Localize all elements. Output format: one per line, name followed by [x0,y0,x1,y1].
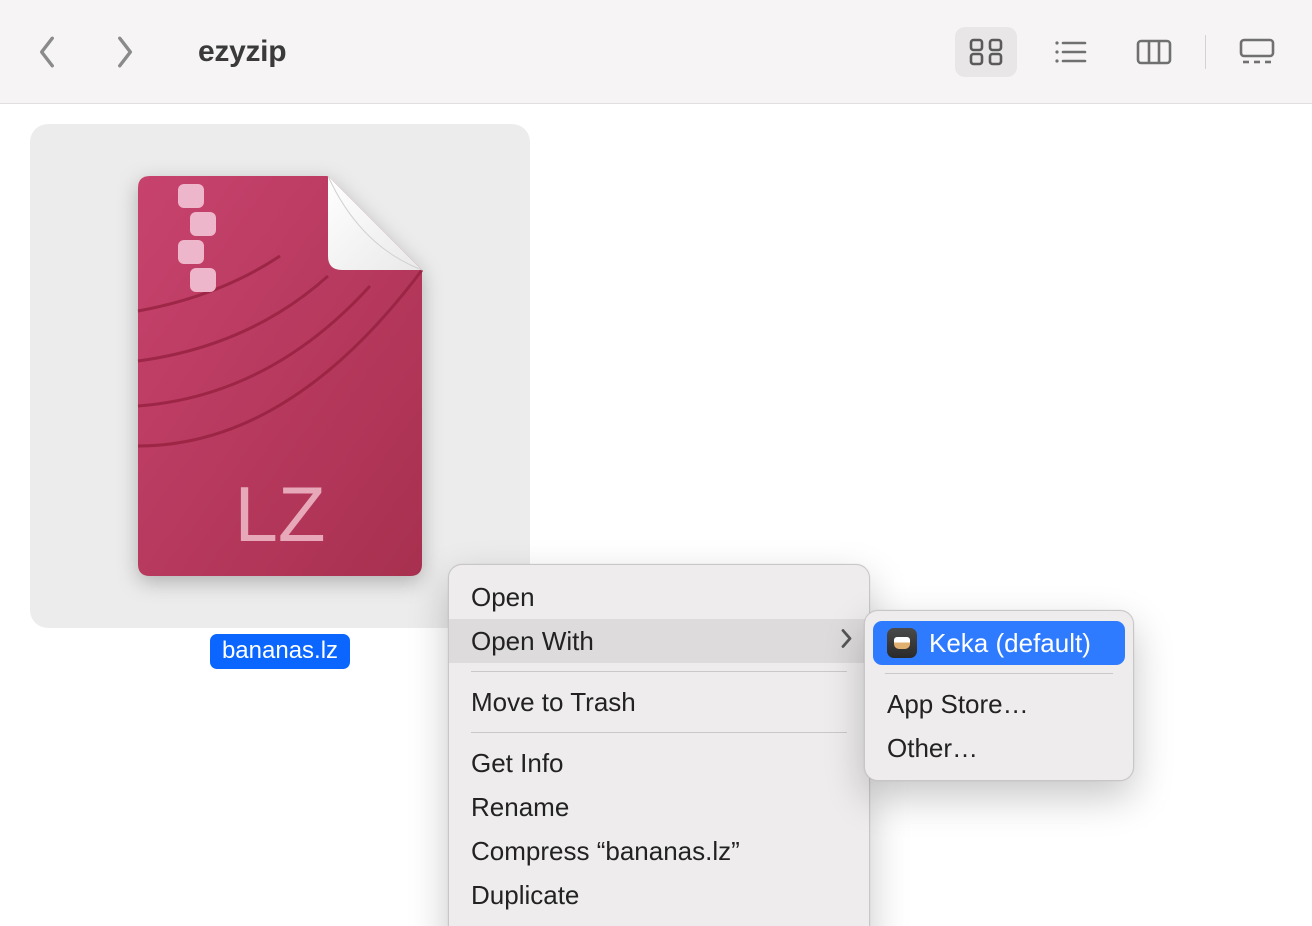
content-area: LZ bananas.lz Open Open With Move to Tra… [0,104,1312,926]
menu-open[interactable]: Open [449,575,869,619]
list-icon [1052,38,1088,66]
menu-duplicate[interactable]: Duplicate [449,873,869,917]
keka-app-icon [887,628,917,658]
submenu-keka-label: Keka (default) [929,628,1091,659]
nav-buttons [30,34,142,70]
menu-separator [471,732,847,733]
gallery-icon [1239,38,1275,66]
view-gallery-button[interactable] [1226,27,1288,77]
view-columns-button[interactable] [1123,27,1185,77]
menu-open-with-label: Open With [471,626,594,657]
menu-separator [885,673,1113,674]
lz-file-icon: LZ [130,176,430,576]
window-title: ezyzip [198,35,286,69]
menu-open-with[interactable]: Open With [449,619,869,663]
view-controls [955,27,1288,77]
back-button[interactable] [30,34,66,70]
submenu-keka-default[interactable]: Keka (default) [873,621,1125,665]
toolbar: ezyzip [0,0,1312,104]
chevron-left-icon [37,34,59,70]
view-icons-button[interactable] [955,27,1017,77]
file-thumbnail: LZ [30,124,530,628]
context-menu: Open Open With Move to Trash Get Info Re… [448,564,870,926]
open-with-submenu: Keka (default) App Store… Other… [864,610,1134,781]
menu-rename[interactable]: Rename [449,785,869,829]
file-name-label[interactable]: bananas.lz [210,634,350,669]
divider [1205,35,1206,69]
chevron-right-icon [840,626,853,657]
submenu-other[interactable]: Other… [873,726,1125,770]
menu-move-to-trash[interactable]: Move to Trash [449,680,869,724]
menu-get-info[interactable]: Get Info [449,741,869,785]
chevron-right-icon [113,34,135,70]
forward-button[interactable] [106,34,142,70]
file-type-label: LZ [234,470,325,558]
menu-make-alias[interactable]: Make Alias [449,917,869,926]
columns-icon [1136,38,1172,66]
grid-icon [968,38,1004,66]
menu-compress[interactable]: Compress “bananas.lz” [449,829,869,873]
menu-separator [471,671,847,672]
view-list-button[interactable] [1039,27,1101,77]
submenu-app-store[interactable]: App Store… [873,682,1125,726]
